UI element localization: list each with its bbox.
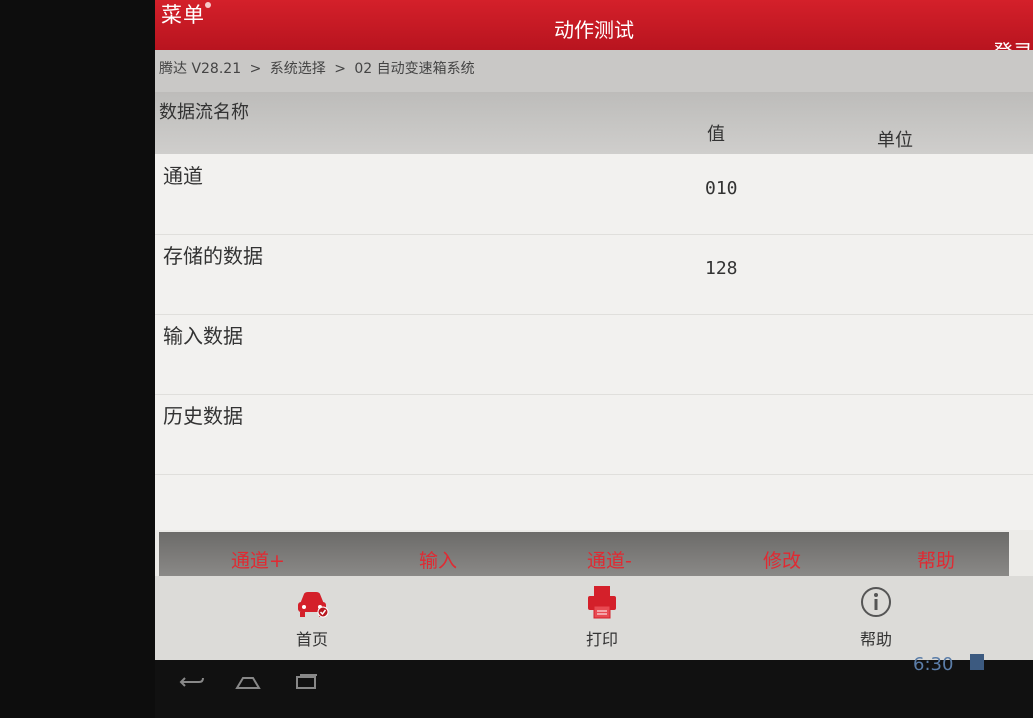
system-nav-bar: 6:30 [155, 654, 1033, 718]
column-header-unit: 单位 [877, 130, 913, 151]
modify-button[interactable]: 修改 [763, 546, 801, 573]
back-icon[interactable] [177, 672, 207, 692]
action-bar: 通道+ 输入 通道- 修改 帮助 [159, 532, 1009, 576]
breadcrumb-separator: > [334, 61, 346, 77]
channel-plus-button[interactable]: 通道+ [231, 546, 285, 573]
help-action-button[interactable]: 帮助 [917, 546, 955, 573]
home-icon[interactable] [233, 672, 263, 692]
clock: 6:30 [913, 654, 954, 675]
recent-apps-icon[interactable] [291, 672, 321, 692]
breadcrumb: 腾达 V28.21 > 系统选择 > 02 自动变速箱系统 [155, 50, 1033, 92]
row-value: 128 [705, 258, 738, 279]
car-icon [298, 592, 329, 618]
home-nav-button[interactable]: 首页 [267, 582, 357, 650]
table-row[interactable]: 通道 010 [155, 154, 1033, 235]
home-nav-label: 首页 [295, 630, 328, 649]
table-row[interactable]: 存储的数据 128 [155, 234, 1033, 315]
help-nav-button[interactable]: 帮助 [831, 582, 921, 650]
row-name: 历史数据 [163, 404, 243, 428]
table-header: 数据流名称 值 单位 [155, 92, 1033, 154]
table-row[interactable]: 输入数据 [155, 314, 1033, 395]
row-name: 通道 [163, 164, 203, 188]
page-title: 动作测试 [554, 18, 634, 42]
channel-minus-button[interactable]: 通道- [587, 546, 632, 573]
column-header-value: 值 [707, 124, 725, 145]
row-name: 输入数据 [163, 324, 243, 348]
print-nav-button[interactable]: 打印 [557, 582, 647, 650]
breadcrumb-separator: > [249, 61, 262, 77]
data-stream-table: 通道 010 存储的数据 128 输入数据 历史数据 [155, 154, 1033, 530]
help-nav-label: 帮助 [859, 630, 892, 649]
column-header-name: 数据流名称 [159, 102, 249, 123]
printer-icon [588, 586, 616, 619]
breadcrumb-item: 02 自动变速箱系统 [354, 61, 475, 77]
battery-icon [970, 654, 984, 670]
input-button[interactable]: 输入 [419, 546, 457, 573]
device-screen: 菜单 动作测试 登录 腾达 V28.21 > 系统选择 > 02 自动变速箱系统… [155, 0, 1033, 660]
notification-dot [205, 2, 211, 8]
bottom-nav: 首页 打印 帮助 [155, 576, 1033, 660]
row-name: 存储的数据 [163, 244, 263, 268]
title-bar: 菜单 动作测试 登录 [155, 0, 1033, 64]
breadcrumb-item[interactable]: 系统选择 [270, 61, 326, 77]
row-value: 010 [705, 178, 738, 199]
print-nav-label: 打印 [585, 630, 618, 649]
breadcrumb-item[interactable]: 腾达 V28.21 [159, 61, 241, 77]
table-row[interactable]: 历史数据 [155, 394, 1033, 475]
info-icon [861, 587, 891, 617]
